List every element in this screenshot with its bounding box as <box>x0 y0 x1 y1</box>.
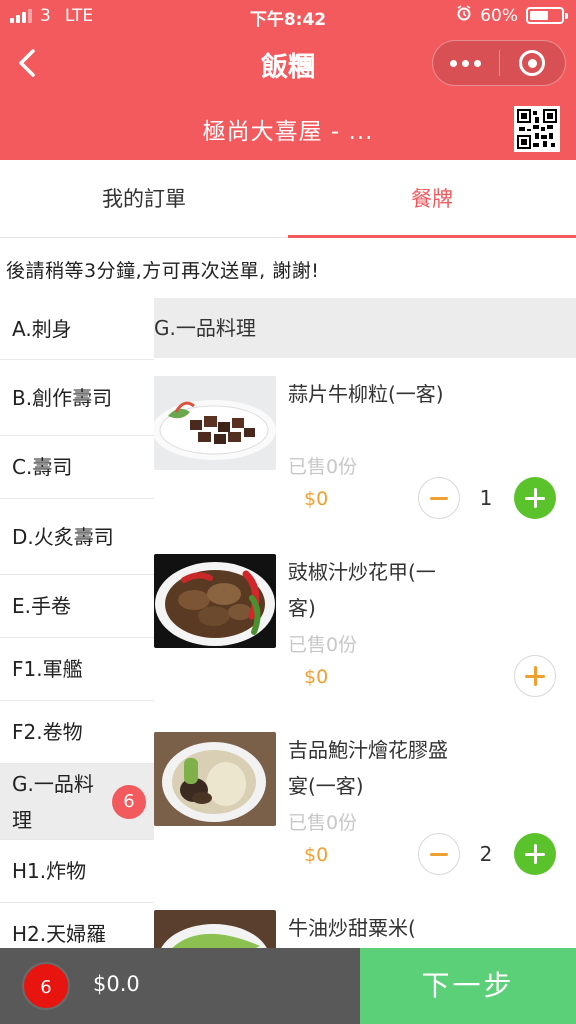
category-item[interactable]: D.火炙壽司 <box>0 499 154 575</box>
alarm-icon <box>456 5 472 26</box>
dish-quantity: 1 <box>479 486 493 510</box>
dish-photo <box>154 554 276 648</box>
cart-total: $0.0 <box>93 972 140 996</box>
category-label: H2.天婦羅 <box>12 922 107 946</box>
add-button[interactable] <box>514 833 556 875</box>
dish-sold-count: 已售0份 <box>288 812 358 834</box>
tab-bar: 我的訂單 餐牌 <box>0 160 576 238</box>
dish-sold-count: 已售0份 <box>288 456 358 478</box>
category-label: C.壽司 <box>12 455 73 479</box>
category-count-badge: 6 <box>112 784 146 819</box>
category-label: H1.炸物 <box>12 859 87 883</box>
category-label: F1.軍艦 <box>12 657 83 681</box>
category-item[interactable]: F2.卷物 <box>0 701 154 764</box>
status-bar: 3 LTE 下午8:42 60% <box>0 0 576 34</box>
dish-photo <box>154 376 276 470</box>
restaurant-header: 極尚大喜屋 - ... <box>0 94 576 160</box>
menu-item: 牛油炒甜粟米( <box>154 892 576 948</box>
category-item[interactable]: H1.炸物 <box>0 840 154 903</box>
category-label: D.火炙壽司 <box>12 524 114 549</box>
cart-summary[interactable]: 6 $0.0 <box>0 948 360 1024</box>
battery-icon <box>526 7 568 24</box>
mini-program-capsule <box>432 40 566 86</box>
dish-price: $0 <box>304 666 329 688</box>
category-label: G.一品料理 <box>12 771 94 832</box>
tab-my-orders[interactable]: 我的訂單 <box>0 160 288 237</box>
tab-menu[interactable]: 餐牌 <box>288 160 576 238</box>
battery-percent: 60% <box>480 5 518 26</box>
menu-item: 蒜片牛柳粒(一客) 已售0份 $0 1 <box>154 358 576 536</box>
target-circle-icon <box>519 50 546 76</box>
nav-bar: 飯糰 <box>0 34 576 94</box>
category-item-active[interactable]: G.一品料理 6 <box>0 764 154 840</box>
dish-name: 蒜片牛柳粒(一客) <box>288 382 444 406</box>
more-button[interactable] <box>433 59 499 67</box>
restaurant-name: 極尚大喜屋 - ... <box>202 119 374 145</box>
category-item[interactable]: E.手卷 <box>0 575 154 638</box>
dish-sold-count: 已售0份 <box>288 634 358 656</box>
category-label: E.手卷 <box>12 594 71 618</box>
dish-price: $0 <box>304 488 329 510</box>
decrease-quantity-button[interactable] <box>418 833 460 875</box>
qr-code-icon[interactable] <box>514 106 560 152</box>
close-mini-program-button[interactable] <box>500 50 566 76</box>
dish-quantity: 2 <box>479 842 493 866</box>
dish-price: $0 <box>304 844 329 866</box>
category-item[interactable]: A.刺身 <box>0 298 154 360</box>
category-label: F2.卷物 <box>12 720 83 744</box>
menu-item: 吉品鮑汁燴花膠盛宴(一客) 已售0份 $0 2 <box>154 714 576 892</box>
category-label: A.刺身 <box>12 316 72 341</box>
category-label: B.創作壽司 <box>12 385 113 410</box>
section-header: G.一品料理 <box>154 298 576 358</box>
category-list[interactable]: A.刺身 B.創作壽司 C.壽司 D.火炙壽司 E.手卷 F1.軍艦 F2.卷物… <box>0 298 154 948</box>
menu-list[interactable]: G.一品料理 蒜片牛柳粒(一客) 已售0份 $0 1 豉椒汁炒花甲(一客) 已售… <box>154 298 576 948</box>
cart-count-badge: 6 <box>22 962 70 1010</box>
dish-name: 吉品鮑汁燴花膠盛宴(一客) <box>288 738 448 798</box>
category-item[interactable]: F1.軍艦 <box>0 638 154 701</box>
add-button[interactable] <box>514 477 556 519</box>
dish-photo <box>154 732 276 826</box>
status-right: 60% <box>456 5 568 26</box>
decrease-quantity-button[interactable] <box>418 477 460 519</box>
next-step-button[interactable]: 下一步 <box>360 948 576 1024</box>
bottom-bar: 6 $0.0 下一步 <box>0 948 576 1024</box>
dish-name: 豉椒汁炒花甲(一客) <box>288 560 436 620</box>
category-item[interactable]: H2.天婦羅 <box>0 903 154 948</box>
menu-item: 豉椒汁炒花甲(一客) 已售0份 $0 <box>154 536 576 714</box>
category-item[interactable]: C.壽司 <box>0 436 154 499</box>
category-item[interactable]: B.創作壽司 <box>0 360 154 436</box>
notice-text: 後請稍等3分鐘,方可再次送單, 謝謝! <box>6 260 320 282</box>
dish-photo <box>154 910 276 948</box>
dish-name: 牛油炒甜粟米( <box>288 916 416 940</box>
add-button[interactable] <box>514 655 556 697</box>
notice-marquee: 後請稍等3分鐘,方可再次送單, 謝謝! <box>0 240 576 298</box>
